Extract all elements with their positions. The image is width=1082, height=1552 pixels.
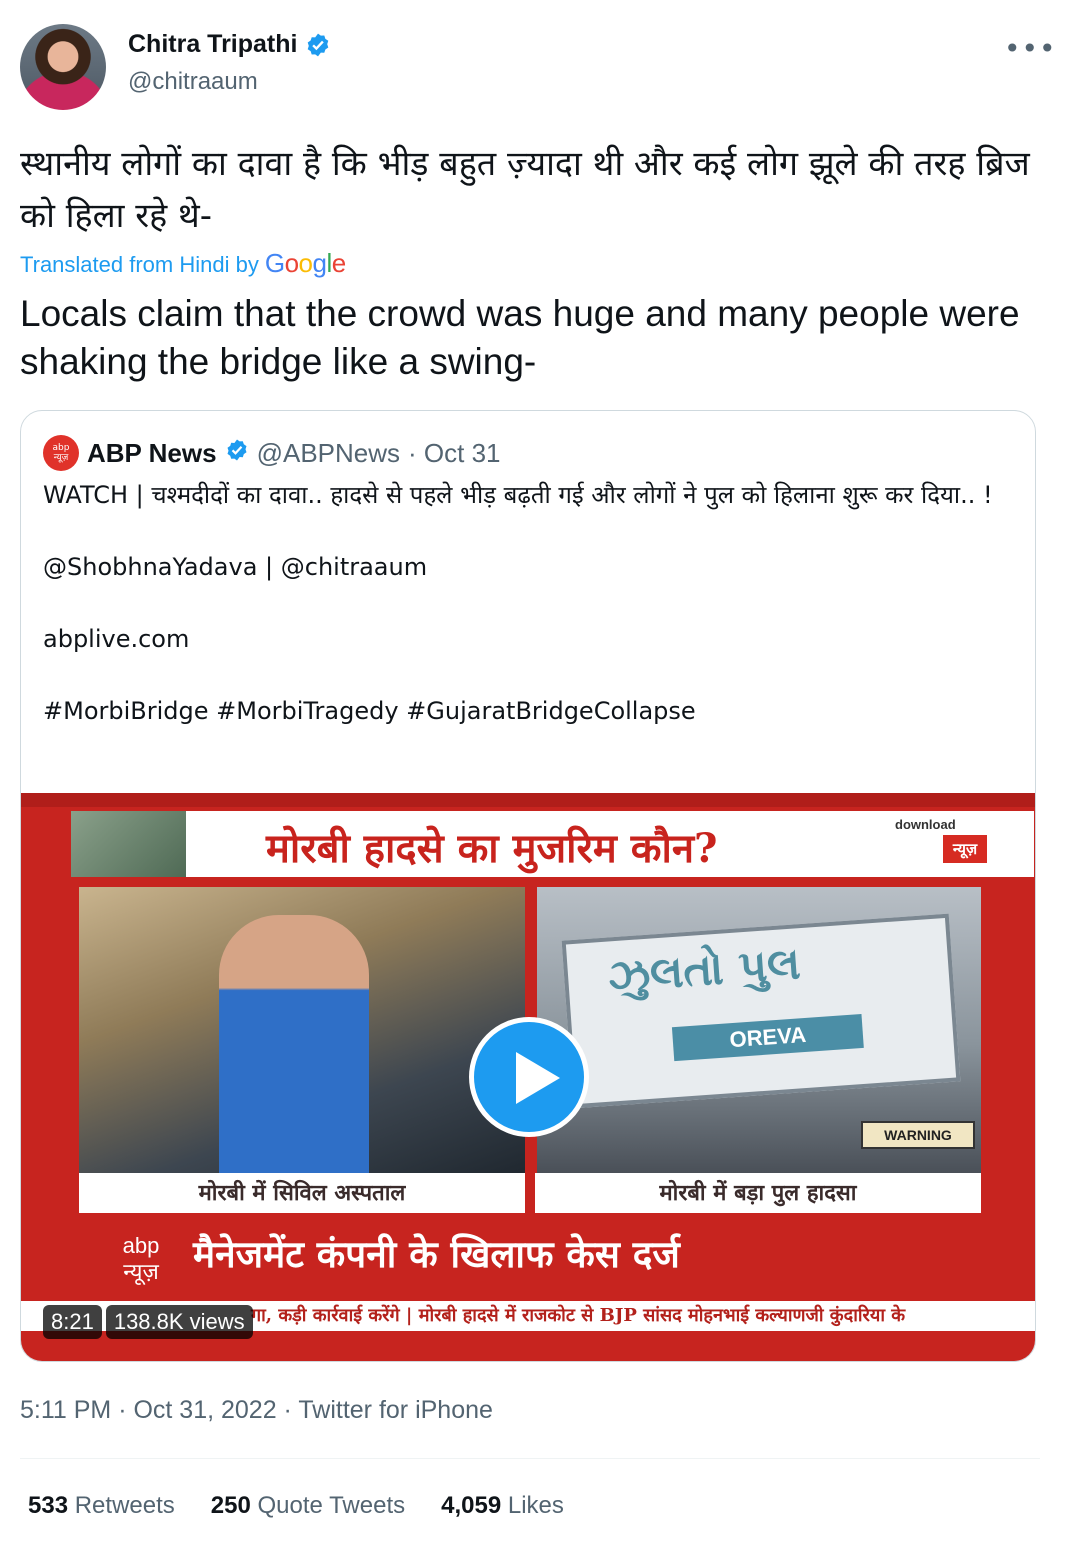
likes-stat[interactable]: 4,059 Likes xyxy=(441,1492,564,1520)
divider xyxy=(20,1458,1040,1459)
tweet-text-english: Locals claim that the crowd was huge and… xyxy=(20,293,1020,382)
video-info-badges: 8:21 138.8K views xyxy=(43,1305,253,1339)
video-top-band xyxy=(21,793,1035,807)
video-title: मोरबी हादसे का मुजरिम कौन? xyxy=(266,825,718,872)
verified-badge-icon xyxy=(305,32,331,58)
translation-attribution[interactable]: Translated from Hindi by Google xyxy=(20,248,346,279)
news-ticker-text: गा, कड़ी कार्रवाई करेंगे | मोरबी हादसे म… xyxy=(251,1305,906,1326)
warning-sign: WARNING xyxy=(861,1121,975,1149)
abp-news-avatar[interactable]: abp न्यूज़ xyxy=(43,435,79,471)
quoted-tweet-text: WATCH | चश्मदीदों का दावा.. हादसे से पहल… xyxy=(43,481,993,725)
video-views: 138.8K views xyxy=(105,1305,253,1339)
tweet-text-hindi: स्थानीय लोगों का दावा है कि भीड़ बहुत ज़… xyxy=(20,144,1030,236)
author-name[interactable]: Chitra Tripathi xyxy=(128,30,297,59)
video-panel-hospital xyxy=(79,887,525,1175)
oreva-logo: OREVA xyxy=(671,1014,864,1062)
google-logo: Google xyxy=(264,248,346,278)
video-duration: 8:21 xyxy=(43,1305,102,1339)
video-download-label: download xyxy=(895,817,956,832)
verified-badge-icon xyxy=(225,438,249,469)
author-name-row[interactable]: Chitra Tripathi xyxy=(128,30,331,59)
caption-left: मोरबी में सिविल अस्पताल xyxy=(79,1173,525,1213)
quoted-author-handle[interactable]: @ABPNews xyxy=(257,438,400,469)
quoted-tweet-header: abp न्यूज़ ABP News @ABPNews · Oct 31 xyxy=(43,435,501,471)
translated-label: Translated from Hindi by xyxy=(20,252,259,277)
abp-brand-logo: abp न्यूज़ xyxy=(122,1233,160,1284)
quoted-tweet-card[interactable]: abp न्यूज़ ABP News @ABPNews · Oct 31 WA… xyxy=(20,410,1036,1362)
reporter-figure xyxy=(219,915,369,1175)
video-news-tag: न्यूज़ xyxy=(943,835,987,863)
avatar[interactable] xyxy=(20,24,106,110)
bridge-sign-text: ઝુલતો પુલ xyxy=(606,938,803,1003)
quoted-author-name[interactable]: ABP News xyxy=(87,438,217,469)
author-handle[interactable]: @chitraaum xyxy=(128,68,258,96)
play-button[interactable] xyxy=(469,1017,589,1137)
video-player[interactable]: मोरबी हादसे का मुजरिम कौन? download न्यू… xyxy=(21,793,1035,1361)
video-panel-bridge: ઝુલતો પુલ OREVA WARNING xyxy=(537,887,981,1173)
caption-right: मोरबी में बड़ा पुल हादसा xyxy=(535,1173,981,1213)
more-options-icon[interactable]: ••• xyxy=(1004,32,1057,65)
quote-tweets-stat[interactable]: 250 Quote Tweets xyxy=(211,1492,405,1520)
video-inset-image xyxy=(71,811,186,877)
play-icon xyxy=(516,1052,560,1104)
engagement-stats: 533 Retweets 250 Quote Tweets 4,059 Like… xyxy=(28,1492,564,1520)
tweet-timestamp[interactable]: 5:11 PM · Oct 31, 2022 · Twitter for iPh… xyxy=(20,1396,493,1425)
bridge-sign: ઝુલતો પુલ OREVA xyxy=(561,913,961,1109)
retweets-stat[interactable]: 533 Retweets xyxy=(28,1492,175,1520)
video-headline: मैनेजमेंट कंपनी के खिलाफ केस दर्ज xyxy=(193,1232,680,1276)
quoted-tweet-date[interactable]: · Oct 31 xyxy=(408,438,500,469)
